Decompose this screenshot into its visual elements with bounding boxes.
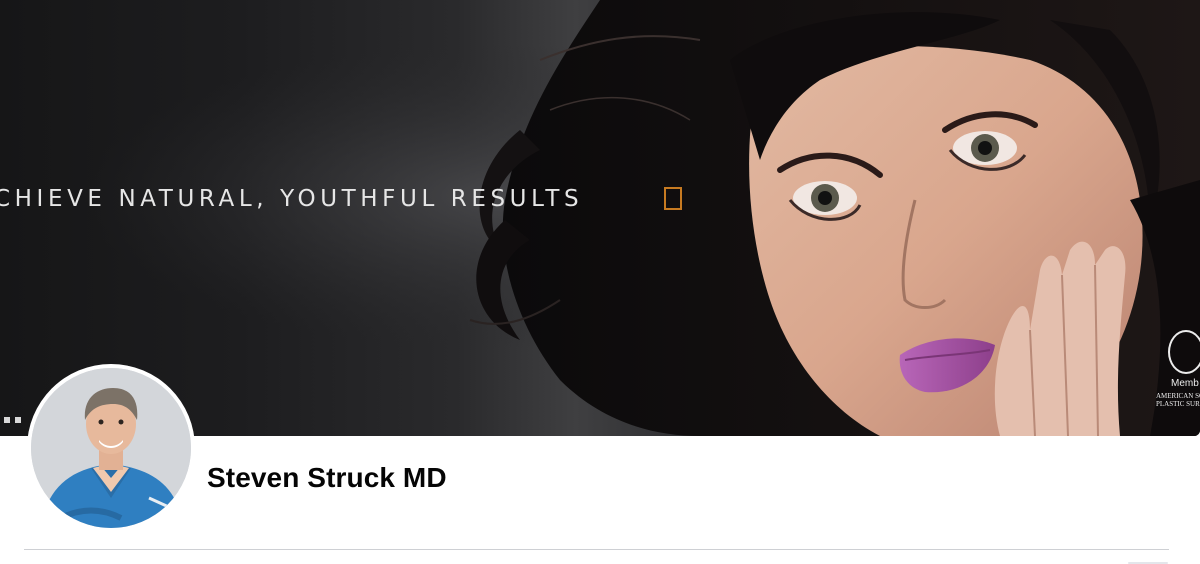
profile-picture[interactable] (31, 368, 191, 528)
badge-ring-icon (1168, 330, 1200, 374)
dot (4, 417, 10, 423)
badge-org-line-2: PLASTIC SUR (1156, 400, 1200, 408)
profile-picture-frame[interactable] (27, 364, 195, 532)
dot (15, 417, 21, 423)
cover-portrait-image (0, 0, 1200, 436)
member-badge: Memb AMERICAN SO PLASTIC SUR (1156, 326, 1200, 416)
badge-org-line-1: AMERICAN SO (1156, 392, 1200, 400)
header-divider (24, 549, 1169, 550)
facebook-page-header: CHIEVE NATURAL, YOUTHFUL RESULTS Memb AM… (0, 0, 1200, 564)
cover-tagline: CHIEVE NATURAL, YOUTHFUL RESULTS (0, 186, 584, 212)
tagline-accent-box (664, 187, 682, 210)
profile-picture-image (31, 368, 191, 528)
badge-member-label: Memb (1171, 378, 1199, 389)
cover-photo[interactable]: CHIEVE NATURAL, YOUTHFUL RESULTS Memb AM… (0, 0, 1200, 436)
cover-decoration-dots (4, 417, 21, 423)
page-title[interactable]: Steven Struck MD (207, 462, 447, 494)
badge-organization: AMERICAN SO PLASTIC SUR (1156, 392, 1200, 408)
